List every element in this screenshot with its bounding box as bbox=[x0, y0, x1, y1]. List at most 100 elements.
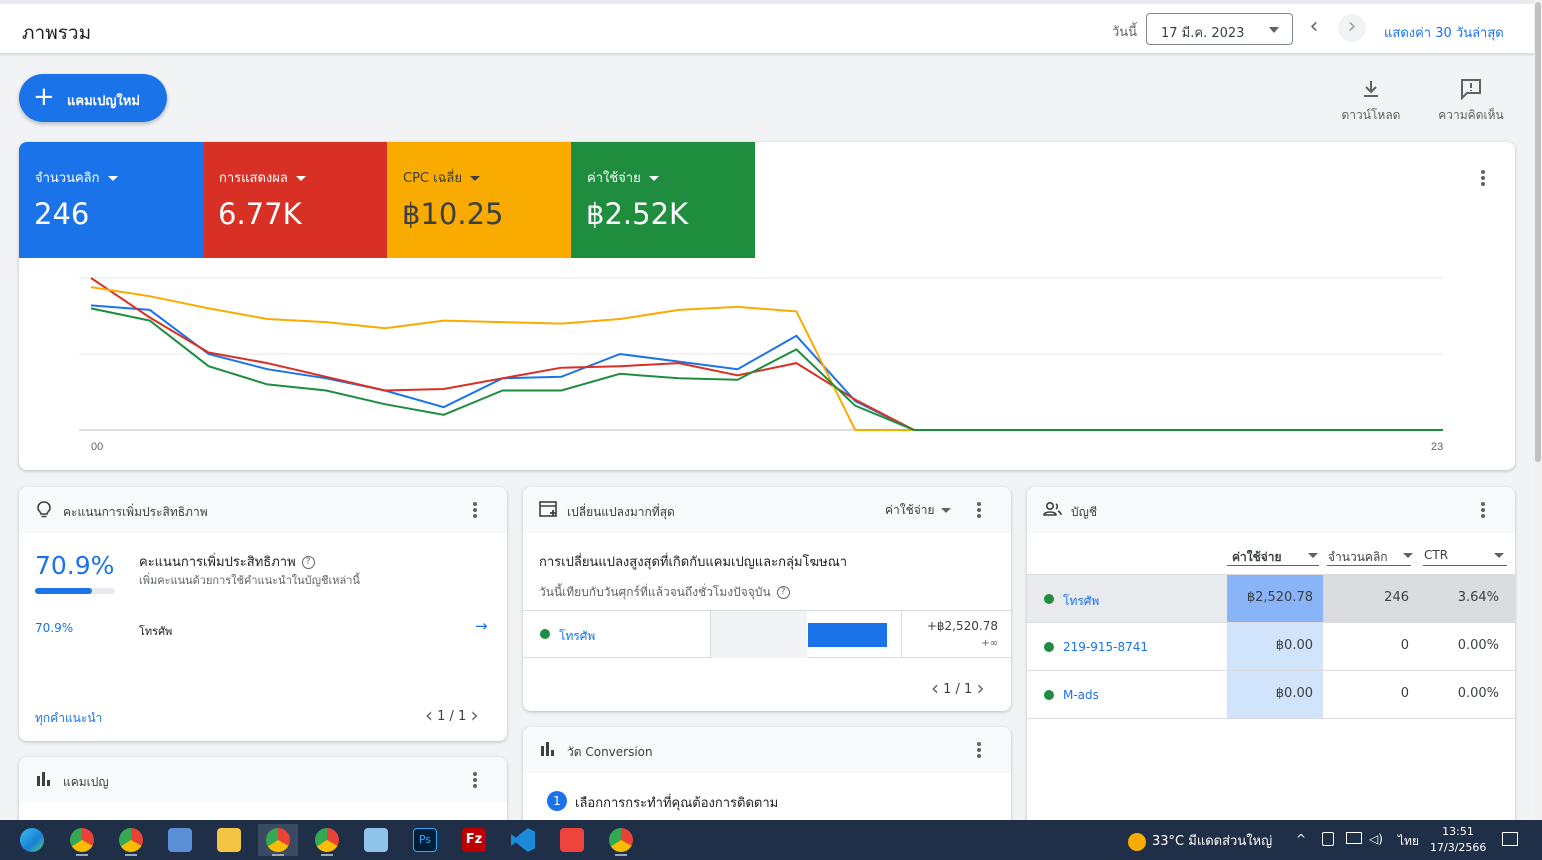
metric-select[interactable]: ค่าใช้จ่าย bbox=[885, 501, 951, 520]
cost-cell: ฿0.00 bbox=[1227, 671, 1323, 718]
metric-cost-label: ค่าใช้จ่าย bbox=[587, 171, 641, 186]
change-bar bbox=[710, 611, 902, 658]
card-title: บัญชี bbox=[1071, 505, 1097, 519]
filezilla-icon[interactable]: Fz bbox=[454, 824, 494, 856]
metric-avg-cpc[interactable]: CPC เฉลี่ย ฿10.25 bbox=[387, 142, 571, 258]
optimization-heading: คะแนนการเพิ่มประสิทธิภาพ? bbox=[139, 551, 315, 572]
date-value: 17 มี.ค. 2023 bbox=[1161, 26, 1245, 41]
more-options-icon[interactable] bbox=[969, 500, 989, 520]
ctr-cell: 3.64% bbox=[1419, 575, 1515, 622]
notifications-icon[interactable] bbox=[1502, 832, 1518, 846]
clock-time: 13:51 bbox=[1442, 825, 1474, 838]
weather-sun-icon bbox=[1128, 832, 1146, 851]
change-bar-negative bbox=[711, 611, 807, 658]
chrome-active-icon[interactable] bbox=[258, 824, 298, 856]
table-row[interactable]: โทรศัพ ฿2,520.78 246 3.64% bbox=[1027, 574, 1515, 622]
edge-logo bbox=[20, 828, 44, 852]
help-icon[interactable]: ? bbox=[776, 586, 790, 599]
metric-clicks[interactable]: จำนวนคลิก 246 bbox=[19, 142, 203, 258]
chrome-icon[interactable] bbox=[62, 824, 102, 856]
feedback-button[interactable]: ความคิดเห็น bbox=[1436, 78, 1506, 125]
campaign-link[interactable]: โทรศัพ bbox=[559, 627, 595, 646]
volume-icon[interactable]: ◁) bbox=[1369, 832, 1383, 846]
file-explorer-icon[interactable] bbox=[209, 824, 249, 856]
change-bar-positive bbox=[808, 623, 887, 647]
ctr-cell: 0.00% bbox=[1457, 686, 1499, 701]
more-options-icon[interactable] bbox=[969, 740, 989, 760]
step-text[interactable]: เลือกการกระทำที่คุณต้องการติดตาม bbox=[575, 792, 778, 813]
dropdown-caret-icon bbox=[1269, 27, 1279, 33]
chevron-right-icon[interactable]: › bbox=[470, 703, 478, 727]
status-enabled-icon bbox=[540, 629, 550, 639]
x-axis-tick-label: 23 bbox=[1431, 441, 1443, 453]
download-button[interactable]: ดาวน์โหลด bbox=[1338, 78, 1404, 125]
ctr-cell: 0.00% bbox=[1457, 638, 1499, 653]
account-link[interactable]: โทรศัพ bbox=[1063, 592, 1099, 611]
page-indicator: 1 / 1 bbox=[437, 709, 467, 724]
windows-taskbar: Ps Fz 33°C มีแดดส่วนใหญ่ ^ ◁) ไทย 13:51 1… bbox=[0, 820, 1542, 860]
more-options-icon[interactable] bbox=[1473, 168, 1493, 188]
chrome-profile-icon[interactable] bbox=[111, 824, 151, 856]
chevron-left-icon[interactable]: ‹ bbox=[931, 676, 939, 700]
previous-date-button[interactable]: ‹ bbox=[1300, 14, 1328, 42]
date-label: วันนี้ bbox=[1112, 25, 1138, 40]
pc-icon[interactable] bbox=[160, 824, 200, 856]
next-date-button[interactable]: › bbox=[1338, 14, 1366, 42]
new-campaign-button[interactable]: + แคมเปญใหม่ bbox=[19, 74, 167, 122]
date-range-select[interactable]: 17 มี.ค. 2023 bbox=[1146, 13, 1293, 45]
dropdown-caret-icon bbox=[940, 508, 951, 513]
scrollbar-thumb[interactable] bbox=[1535, 2, 1541, 462]
arrow-right-icon[interactable]: → bbox=[475, 617, 488, 635]
page-scrollbar[interactable] bbox=[1534, 0, 1542, 820]
metric-cost-value: ฿2.52K bbox=[586, 197, 689, 231]
column-header-ctr[interactable]: CTR bbox=[1424, 548, 1508, 562]
card-header: เปลี่ยนแปลงมากที่สุด ค่าใช้จ่าย bbox=[523, 487, 1011, 533]
dropdown-caret-icon bbox=[470, 176, 481, 181]
chevron-up-icon[interactable]: ^ bbox=[1296, 832, 1306, 846]
table-row[interactable]: 219-915-8741 ฿0.00 0 0.00% bbox=[1027, 622, 1515, 670]
vscode-icon[interactable] bbox=[503, 824, 543, 856]
anydesk-icon[interactable] bbox=[552, 824, 592, 856]
more-options-icon[interactable] bbox=[1473, 500, 1493, 520]
all-recommendations-link[interactable]: ทุกคำแนะนำ bbox=[35, 709, 102, 728]
metric-impressions[interactable]: การแสดงผล 6.77K bbox=[203, 142, 387, 258]
chevron-right-icon[interactable]: › bbox=[976, 676, 984, 700]
card-title: วัด Conversion bbox=[567, 745, 653, 759]
top-bar: ภาพรวม วันนี้ 17 มี.ค. 2023 ‹ › แสดงค่า … bbox=[0, 0, 1534, 54]
weather-widget[interactable]: 33°C มีแดดส่วนใหญ่ bbox=[1128, 830, 1272, 851]
chevron-left-icon[interactable]: ‹ bbox=[425, 703, 433, 727]
account-link[interactable]: 219-915-8741 bbox=[1063, 640, 1148, 654]
account-name: โทรศัพ bbox=[139, 625, 173, 638]
chrome-profile3-icon[interactable] bbox=[601, 824, 641, 856]
help-icon[interactable]: ? bbox=[301, 556, 315, 569]
meet-now-icon[interactable] bbox=[1322, 832, 1334, 846]
show-last-30-days-link[interactable]: แสดงค่า 30 วันล่าสุด bbox=[1384, 22, 1504, 43]
metric-avg-cpc-value: ฿10.25 bbox=[402, 197, 504, 231]
input-language[interactable]: ไทย bbox=[1398, 832, 1419, 851]
optimization-subtitle: เพิ่มคะแนนด้วยการใช้คำแนะนำในบัญชีเหล่าน… bbox=[139, 574, 360, 587]
anydesk-logo bbox=[560, 828, 584, 852]
change-percent: +∞ bbox=[981, 638, 998, 649]
changes-subtitle-text: วันนี้เทียบกับวันศุกร์ที่แล้วจนถึงชั่วโม… bbox=[539, 585, 771, 599]
more-options-icon[interactable] bbox=[465, 500, 485, 520]
column-header-clicks-label: จำนวนคลิก bbox=[1328, 550, 1388, 564]
notepad-icon[interactable] bbox=[356, 824, 396, 856]
photoshop-icon[interactable]: Ps bbox=[405, 824, 445, 856]
chart-series-line-1 bbox=[90, 304, 1443, 431]
column-divider bbox=[1423, 565, 1507, 566]
column-divider bbox=[1227, 565, 1319, 566]
table-row[interactable]: M-ads ฿0.00 0 0.00% bbox=[1027, 670, 1515, 719]
pc-logo bbox=[168, 828, 192, 852]
account-link[interactable]: M-ads bbox=[1063, 688, 1099, 702]
metric-avg-cpc-label: CPC เฉลี่ย bbox=[403, 171, 463, 186]
people-icon bbox=[1043, 501, 1062, 516]
chrome-profile2-icon[interactable] bbox=[307, 824, 347, 856]
network-icon[interactable] bbox=[1346, 832, 1362, 844]
card-header: แคมเปญ bbox=[19, 757, 507, 803]
system-clock[interactable]: 13:51 17/3/2566 bbox=[1430, 824, 1486, 856]
metric-cost[interactable]: ค่าใช้จ่าย ฿2.52K bbox=[571, 142, 755, 258]
dropdown-caret-icon bbox=[648, 176, 659, 181]
more-options-icon[interactable] bbox=[465, 770, 485, 790]
download-label: ดาวน์โหลด bbox=[1341, 108, 1401, 122]
edge-icon[interactable] bbox=[12, 824, 52, 856]
